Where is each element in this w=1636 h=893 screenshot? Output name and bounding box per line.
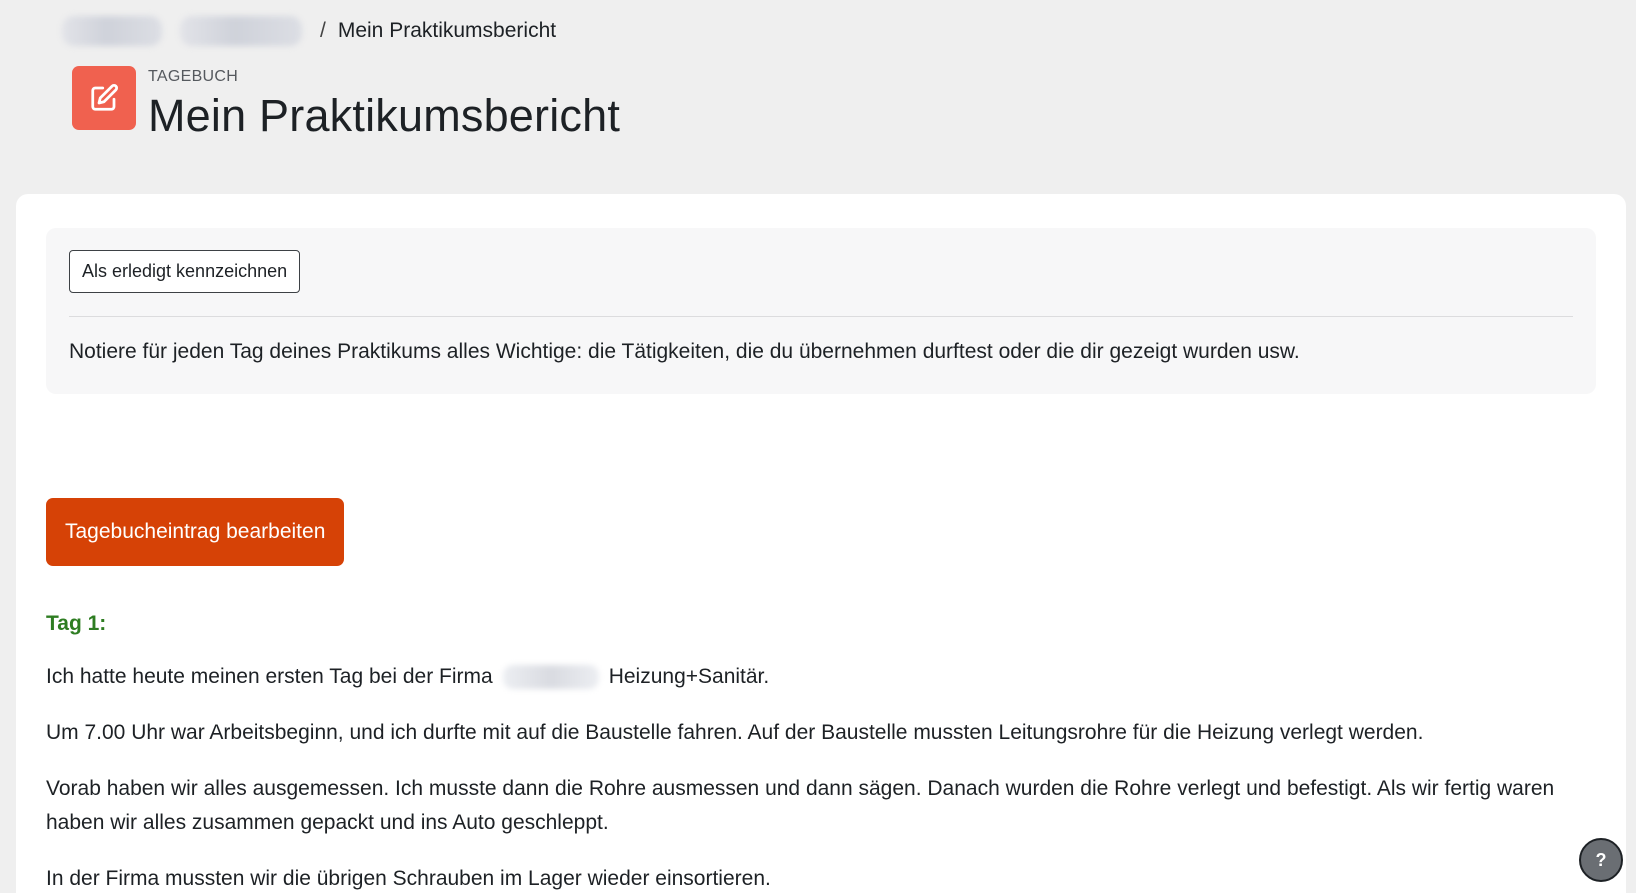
redacted-company-name — [502, 665, 599, 690]
entry-paragraph: Vorab haben wir alles ausgemessen. Ich m… — [46, 777, 1555, 834]
page: / Mein Praktikumsbericht TAGEBUCH Mein P… — [0, 0, 1636, 893]
breadcrumb-item-redacted[interactable] — [62, 16, 162, 46]
help-button[interactable]: ? — [1579, 838, 1623, 882]
breadcrumb: / Mein Praktikumsbericht — [62, 14, 556, 48]
activity-info-box: Als erledigt kennzeichnen Notiere für je… — [46, 228, 1596, 394]
entry-paragraph: In der Firma mussten wir die übrigen Sch… — [46, 867, 771, 890]
entry-text: Heizung+Sanitär. — [608, 665, 770, 688]
breadcrumb-current: Mein Praktikumsbericht — [337, 19, 557, 42]
main-content: Als erledigt kennzeichnen Notiere für je… — [16, 194, 1626, 893]
edit-entry-button[interactable]: Tagebucheintrag bearbeiten — [46, 498, 345, 566]
divider — [69, 316, 1573, 317]
entry-day-heading: Tag 1: — [46, 612, 107, 635]
entry-paragraph: Ich hatte heute meinen ersten Tag bei de… — [46, 660, 1586, 694]
entry-text: Ich hatte heute meinen ersten Tag bei de… — [46, 665, 493, 688]
edit-icon — [72, 66, 136, 130]
breadcrumb-item-redacted[interactable] — [180, 16, 302, 46]
page-title: Mein Praktikumsbericht — [148, 90, 621, 141]
activity-description: Notiere für jeden Tag deines Praktikums … — [69, 340, 1300, 363]
diary-entry: Tag 1: Ich hatte heute meinen ersten Tag… — [46, 612, 1586, 893]
breadcrumb-separator: / — [320, 19, 326, 42]
entry-paragraph: Um 7.00 Uhr war Arbeitsbeginn, und ich d… — [46, 721, 1424, 744]
mark-as-done-button[interactable]: Als erledigt kennzeichnen — [69, 250, 301, 293]
activity-type-label: TAGEBUCH — [148, 68, 239, 85]
page-header: TAGEBUCH Mein Praktikumsbericht — [148, 68, 620, 142]
